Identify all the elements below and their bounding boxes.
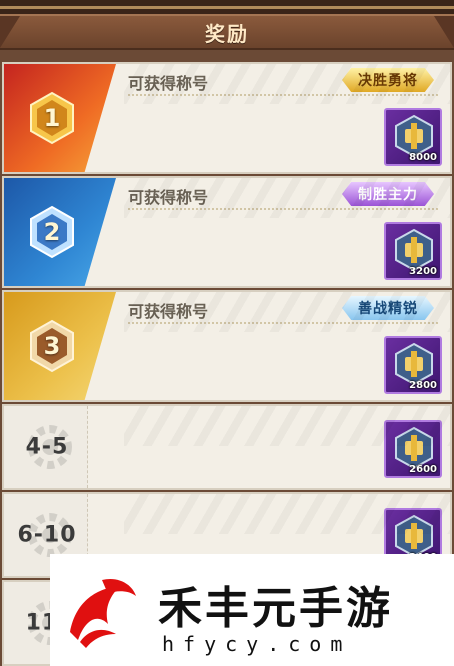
page-title: 奖励 bbox=[205, 21, 249, 46]
reward-row-rank-4-5: 4-5 2600 bbox=[2, 404, 452, 490]
deer-logo-icon bbox=[70, 578, 136, 648]
honor-title-badge: 决胜勇将 bbox=[342, 68, 434, 92]
title-label: 可获得称号 bbox=[128, 74, 209, 93]
watermark-url: hfycy.com bbox=[162, 632, 352, 656]
reward-row-rank-1: 1 可获得称号 决胜勇将 8000 bbox=[2, 62, 452, 174]
rank-range: 6-10 bbox=[17, 522, 77, 548]
reward-row-rank-2: 2 可获得称号 制胜主力 3200 bbox=[2, 176, 452, 288]
reward-header: 奖励 bbox=[0, 14, 454, 50]
item-quantity: 2800 bbox=[409, 380, 437, 391]
reward-item[interactable]: 8000 bbox=[384, 108, 442, 166]
watermark-overlay: 禾丰元手游 hfycy.com bbox=[50, 554, 454, 666]
rank-medal-icon: 1 bbox=[28, 91, 76, 145]
reward-row-rank-3: 3 可获得称号 善战精锐 2800 bbox=[2, 290, 452, 402]
title-label: 可获得称号 bbox=[128, 188, 209, 207]
watermark-title: 禾丰元手游 bbox=[158, 583, 393, 634]
top-strip bbox=[0, 0, 454, 14]
honor-title-badge: 制胜主力 bbox=[342, 182, 434, 206]
title-label: 可获得称号 bbox=[128, 302, 209, 321]
honor-title-badge: 善战精锐 bbox=[342, 296, 434, 320]
reward-item[interactable]: 3200 bbox=[384, 222, 442, 280]
reward-item[interactable]: 2600 bbox=[384, 420, 442, 478]
rank-medal-icon: 3 bbox=[28, 319, 76, 373]
item-quantity: 8000 bbox=[409, 152, 437, 163]
reward-item[interactable]: 2800 bbox=[384, 336, 442, 394]
item-quantity: 2600 bbox=[409, 464, 437, 475]
item-quantity: 3200 bbox=[409, 266, 437, 277]
rank-range: 4-5 bbox=[25, 434, 69, 460]
rank-medal-icon: 2 bbox=[28, 205, 76, 259]
